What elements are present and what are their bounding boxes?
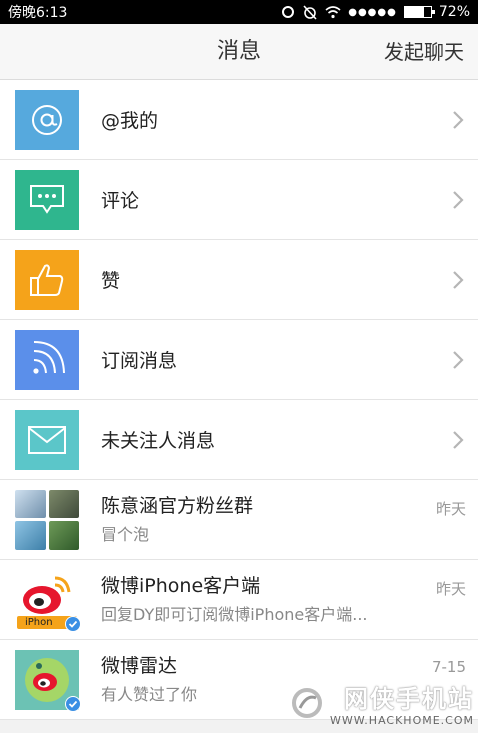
chevron-right-icon <box>453 271 464 289</box>
conversation-weibo-iphone[interactable]: iPhon 微博iPhone客户端 回复DY即可订阅微博iPhone客户端...… <box>0 560 478 640</box>
conversation-time: 昨天 <box>435 500 466 518</box>
weibo-radar-icon <box>15 649 81 712</box>
mail-icon <box>15 409 79 470</box>
chevron-right-icon <box>453 111 464 129</box>
row-label: 未关注人消息 <box>101 430 216 452</box>
thumbs-up-icon <box>15 249 79 310</box>
row-stranger-messages[interactable]: 未关注人消息 <box>0 400 478 480</box>
chevron-right-icon <box>453 191 464 209</box>
watermark-brand: 网侠手机站 <box>344 685 474 713</box>
row-subscriptions[interactable]: 订阅消息 <box>0 320 478 400</box>
row-mentions[interactable]: @我的 <box>0 80 478 160</box>
row-label: 评论 <box>101 190 140 212</box>
nav-bar: 消息 发起聊天 <box>0 24 478 80</box>
conversation-title: 陈意涵官方粉丝群 <box>101 494 254 517</box>
battery-percent: 72% <box>438 4 470 20</box>
row-label: 赞 <box>101 270 121 292</box>
row-comments[interactable]: 评论 <box>0 160 478 240</box>
conversation-time: 昨天 <box>435 580 466 598</box>
conversation-preview: 有人赞过了你 <box>101 684 198 704</box>
chevron-right-icon <box>453 431 464 449</box>
status-bar: 傍晚6:13 ●●●●● 72% <box>0 0 478 24</box>
conversation-title: 微博iPhone客户端 <box>101 574 261 597</box>
row-likes[interactable]: 赞 <box>0 240 478 320</box>
member-avatar <box>48 521 79 550</box>
battery-icon <box>403 6 435 18</box>
status-time: 傍晚6:13 <box>8 5 68 21</box>
chevron-right-icon <box>453 351 464 369</box>
member-avatar <box>15 489 46 518</box>
member-avatar <box>48 489 79 518</box>
conversation-time: 7-15 <box>431 658 466 676</box>
conversation-preview: 回复DY即可订阅微博iPhone客户端... <box>101 604 368 624</box>
conversation-fan-group[interactable]: 陈意涵官方粉丝群 冒个泡 昨天 <box>0 480 478 560</box>
wifi-icon <box>325 6 341 19</box>
message-list: @我的 评论 赞 订阅消息 未关注人消息 陈意涵官方粉丝群 冒个泡 昨天 iPh… <box>0 80 478 720</box>
status-icons: ●●●●● 72% <box>281 4 470 20</box>
verified-icon <box>65 695 81 712</box>
at-icon <box>15 89 79 150</box>
comment-icon <box>15 169 79 230</box>
weibo-logo-icon: iPhon <box>15 569 81 632</box>
group-avatar <box>15 489 79 550</box>
watermark: 网侠手机站 WWW.HACKHOME.COM <box>290 679 474 727</box>
member-avatar <box>15 521 46 550</box>
iphone-badge: iPhon <box>25 616 53 628</box>
start-chat-button[interactable]: 发起聊天 <box>384 24 464 80</box>
signal-icon: ●●●●● <box>348 6 397 18</box>
conversation-title: 微博雷达 <box>101 654 178 677</box>
watermark-url: WWW.HACKHOME.COM <box>329 714 474 727</box>
row-label: 订阅消息 <box>101 350 178 372</box>
sync-icon <box>282 6 295 18</box>
row-label: @我的 <box>101 110 159 132</box>
hackhome-logo-icon <box>291 688 322 718</box>
conversation-preview: 冒个泡 <box>101 524 150 544</box>
verified-icon <box>65 615 81 632</box>
alarm-off-icon <box>303 5 317 20</box>
rss-icon <box>15 329 79 390</box>
